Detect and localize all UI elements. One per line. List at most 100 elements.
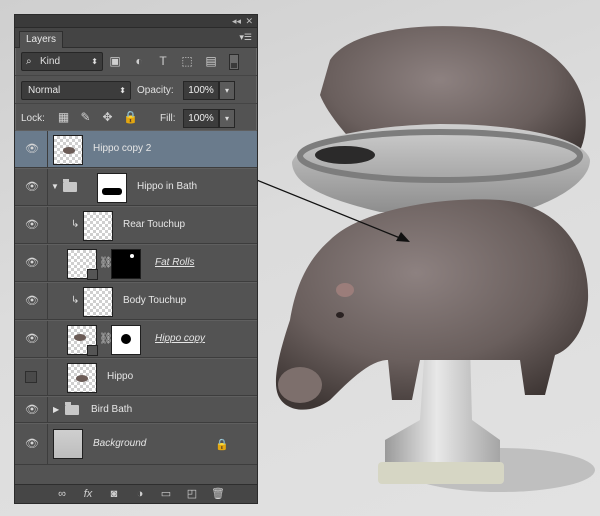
close-icon[interactable]: ✕ <box>245 15 253 27</box>
filter-row: ⌕ Kind ⬍ ▣ ◐ T ⬚ ▤ <box>15 48 257 76</box>
clipping-arrow-icon: ↳ <box>71 295 80 306</box>
layer-name: Rear Touchup <box>123 219 186 230</box>
visibility-toggle[interactable]: 👁 <box>15 245 48 281</box>
visibility-off-box[interactable] <box>25 371 37 383</box>
hippo-snout <box>278 367 322 403</box>
lock-icons: ▦ ✎ ✥ 🔒 <box>57 111 138 124</box>
eye-icon[interactable]: 👁 <box>25 257 39 269</box>
blend-row: Normal ⬍ Opacity: 100% ▾ <box>15 76 257 104</box>
layer-hippo[interactable]: Hippo <box>15 358 257 396</box>
visibility-toggle[interactable]: 👁 <box>15 397 48 422</box>
layer-name: Hippo copy <box>155 333 206 344</box>
footer-icons: ∞ fx ◙ ◑ ▭ ◰ 🗑 <box>55 487 225 501</box>
layer-fat-rolls[interactable]: 👁 ⛓ Fat Rolls <box>15 244 257 282</box>
panel-tab-bar: Layers ▾☰ <box>15 28 257 48</box>
group-bird-bath[interactable]: 👁 ▶ Bird Bath <box>15 396 257 423</box>
visibility-toggle[interactable]: 👁 <box>15 283 48 319</box>
double-chevron-left-icon[interactable]: ◂◂ <box>232 15 241 27</box>
lock-all-icon[interactable]: 🔒 <box>123 111 138 124</box>
eye-icon[interactable]: 👁 <box>25 333 39 345</box>
link-layers-icon[interactable]: ∞ <box>55 487 69 501</box>
layer-mask-thumbnail[interactable] <box>111 249 141 279</box>
search-icon: ⌕ <box>26 56 32 67</box>
opacity-dropdown[interactable]: ▾ <box>219 81 235 100</box>
lock-paint-icon[interactable]: ✎ <box>79 111 92 124</box>
type-filter-icon[interactable]: T <box>155 53 171 69</box>
add-mask-icon[interactable]: ◙ <box>107 487 121 501</box>
fill-field[interactable]: 100% <box>183 109 219 128</box>
visibility-toggle[interactable]: 👁 <box>15 321 48 357</box>
fx-icon[interactable]: fx <box>81 487 95 501</box>
filter-toggle[interactable] <box>229 54 239 70</box>
visibility-toggle[interactable]: 👁 <box>15 207 48 243</box>
pedestal-base <box>378 462 504 484</box>
layer-name: Body Touchup <box>123 295 187 306</box>
updown-arrow-icon: ⬍ <box>91 57 98 66</box>
layers-panel-footer: ∞ fx ◙ ◑ ▭ ◰ 🗑 <box>15 484 257 503</box>
layer-name: Hippo copy 2 <box>93 143 152 154</box>
panel-title-bar[interactable]: ◂◂ ✕ <box>15 15 257 28</box>
layer-thumbnail <box>83 211 113 241</box>
fill-dropdown[interactable]: ▾ <box>219 109 235 128</box>
eye-icon[interactable]: 👁 <box>25 219 39 231</box>
blend-mode-select[interactable]: Normal ⬍ <box>21 81 131 100</box>
new-layer-icon[interactable]: ◰ <box>185 487 199 501</box>
layers-list: 👁 Hippo copy 2 👁 ▼ Hippo in Bath 👁 ↳ Rea… <box>15 130 257 485</box>
kind-filter-select[interactable]: ⌕ Kind ⬍ <box>21 52 103 71</box>
lock-label: Lock: <box>21 113 45 124</box>
layer-background[interactable]: 👁 Background 🔒 <box>15 423 257 465</box>
eye-icon[interactable]: 👁 <box>25 181 39 193</box>
layer-thumbnail <box>53 135 83 165</box>
group-mask-thumbnail <box>97 173 127 203</box>
updown-arrow-icon: ⬍ <box>119 86 126 95</box>
lock-transparency-icon[interactable]: ▦ <box>57 111 70 124</box>
eye-icon[interactable]: 👁 <box>25 404 39 416</box>
visibility-toggle[interactable]: 👁 <box>15 131 48 167</box>
layer-thumbnail <box>67 325 98 356</box>
expand-triangle-icon[interactable]: ▼ <box>51 182 59 191</box>
layer-thumbnail <box>67 363 97 393</box>
layer-thumbnail <box>83 287 113 317</box>
layer-body-touchup[interactable]: 👁 ↳ Body Touchup <box>15 282 257 320</box>
eye-icon[interactable]: 👁 <box>25 295 39 307</box>
layer-rear-touchup[interactable]: 👁 ↳ Rear Touchup <box>15 206 257 244</box>
eye-icon[interactable]: 👁 <box>25 143 39 155</box>
visibility-toggle[interactable]: 👁 <box>15 424 48 464</box>
adjustment-filter-icon[interactable]: ◐ <box>131 53 147 69</box>
layer-thumbnail <box>53 429 83 459</box>
eye-icon[interactable]: 👁 <box>25 438 39 450</box>
folder-icon <box>65 401 79 415</box>
new-group-icon[interactable]: ▭ <box>159 487 173 501</box>
smart-object-filter-icon[interactable]: ▤ <box>203 53 219 69</box>
trash-icon[interactable]: 🗑 <box>211 487 225 501</box>
layer-mask-thumbnail[interactable] <box>111 325 141 355</box>
folder-icon <box>63 179 77 192</box>
visibility-toggle[interactable]: 👁 <box>15 169 48 205</box>
layer-name: Background <box>93 438 147 449</box>
layer-name: Hippo in Bath <box>137 181 198 192</box>
expand-triangle-icon[interactable]: ▶ <box>53 405 59 414</box>
hippo-ear <box>336 283 354 297</box>
fill-label: Fill: <box>160 113 176 124</box>
visibility-toggle[interactable] <box>15 359 48 395</box>
adjustment-layer-icon[interactable]: ◑ <box>133 487 147 501</box>
hippo-eye <box>336 312 344 318</box>
lock-position-icon[interactable]: ✥ <box>101 111 114 124</box>
shape-filter-icon[interactable]: ⬚ <box>179 53 195 69</box>
blend-mode-value: Normal <box>28 85 61 96</box>
layer-thumbnail <box>67 249 98 280</box>
kind-filter-label: Kind <box>40 56 61 67</box>
group-hippo-in-bath[interactable]: 👁 ▼ Hippo in Bath <box>15 168 257 206</box>
tab-layers[interactable]: Layers <box>19 31 64 48</box>
filter-icons: ▣ ◐ T ⬚ ▤ <box>107 53 219 69</box>
birdbath-water <box>315 146 375 164</box>
layer-hippo-copy[interactable]: 👁 ⛓ Hippo copy <box>15 320 257 358</box>
image-filter-icon[interactable]: ▣ <box>107 53 123 69</box>
lock-row: Lock: ▦ ✎ ✥ 🔒 Fill: 100% ▾ <box>15 104 257 132</box>
layer-hippo-copy-2[interactable]: 👁 Hippo copy 2 <box>15 130 257 168</box>
opacity-field[interactable]: 100% <box>183 81 219 100</box>
layer-name: Fat Rolls <box>155 257 195 268</box>
panel-menu-icon[interactable]: ▾☰ <box>239 32 252 43</box>
layers-panel: ◂◂ ✕ Layers ▾☰ ⌕ Kind ⬍ ▣ ◐ T ⬚ ▤ Normal… <box>14 14 258 504</box>
lock-icon: 🔒 <box>215 439 229 451</box>
